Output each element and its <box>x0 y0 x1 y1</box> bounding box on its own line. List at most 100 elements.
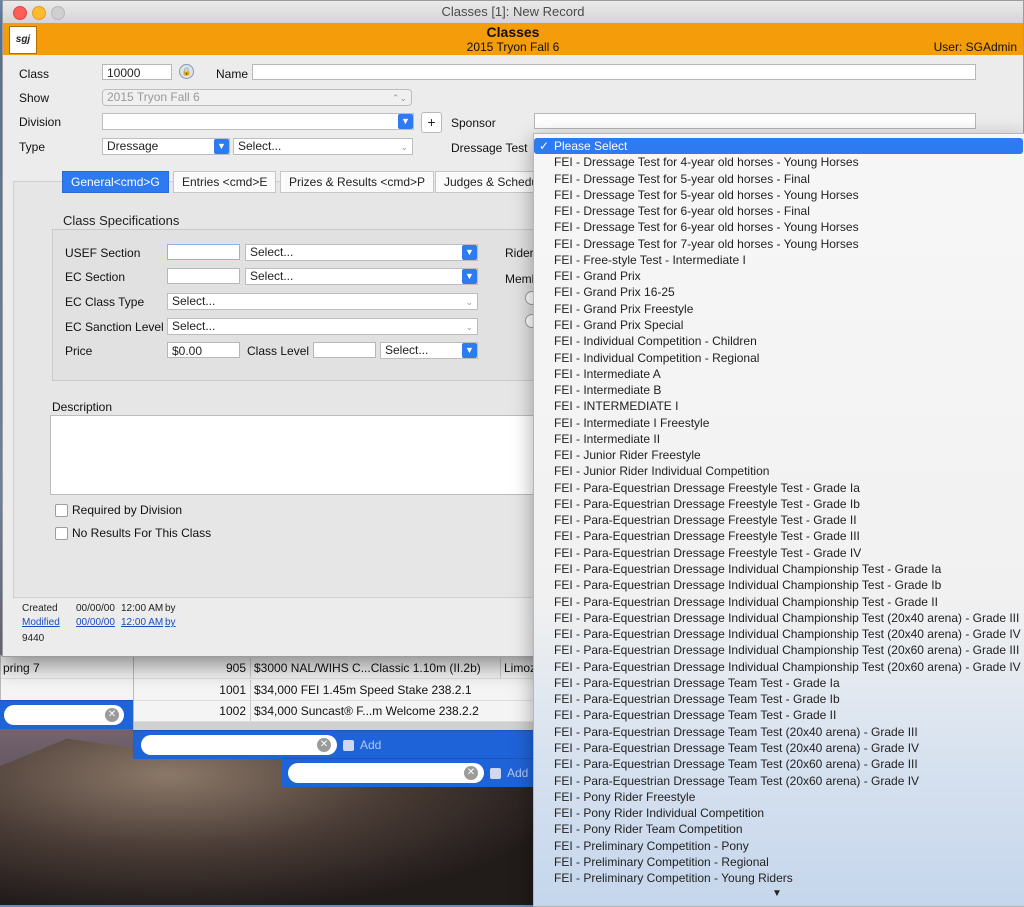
table-row[interactable]: 1002 $34,000 Suncast® F...m Welcome 238.… <box>134 701 534 722</box>
class-level-field[interactable] <box>313 342 376 358</box>
modified-date-link[interactable]: 00/00/00 <box>76 617 115 628</box>
dropdown-option[interactable]: FEI - Preliminary Competition - Pony <box>534 838 1023 854</box>
dropdown-option[interactable]: FEI - Dressage Test for 6-year old horse… <box>534 219 1023 235</box>
usef-section-select[interactable]: Select... ▼ <box>245 244 478 261</box>
dressage-test-label: Dressage Test <box>451 141 528 155</box>
dropdown-option[interactable]: FEI - Preliminary Competition - Young Ri… <box>534 870 1023 886</box>
dropdown-option[interactable]: FEI - Grand Prix Freestyle <box>534 301 1023 317</box>
close-window-icon[interactable] <box>13 6 27 20</box>
table-row[interactable]: 1001 $34,000 FEI 1.45m Speed Stake 238.2… <box>134 680 534 701</box>
window-titlebar[interactable]: Classes [1]: New Record <box>3 1 1023 24</box>
dropdown-option[interactable]: FEI - Dressage Test for 5-year old horse… <box>534 171 1023 187</box>
dropdown-option[interactable]: FEI - Para-Equestrian Dressage Team Test… <box>534 756 1023 772</box>
ec-section-select[interactable]: Select... ▼ <box>245 268 478 285</box>
dropdown-option[interactable]: FEI - Free-style Test - Intermediate I <box>534 252 1023 268</box>
add-checkbox[interactable] <box>343 740 354 751</box>
dropdown-option[interactable]: FEI - Para-Equestrian Dressage Freestyle… <box>534 496 1023 512</box>
dropdown-option[interactable]: FEI - INTERMEDIATE I <box>534 398 1023 414</box>
usef-section-field[interactable] <box>167 244 240 260</box>
dropdown-option[interactable]: FEI - Para-Equestrian Dressage Team Test… <box>534 675 1023 691</box>
division-select[interactable]: ▼ <box>102 113 414 130</box>
table-row[interactable]: 905 $3000 NAL/WIHS C...Classic 1.10m (II… <box>134 658 536 679</box>
dropdown-option[interactable]: FEI - Para-Equestrian Dressage Team Test… <box>534 773 1023 789</box>
search-bar-front: ✕ Add <box>282 758 533 787</box>
dropdown-option[interactable]: FEI - Pony Rider Team Competition <box>534 821 1023 837</box>
add-button[interactable]: Add <box>360 738 381 752</box>
ec-section-field[interactable] <box>167 268 240 284</box>
dropdown-option[interactable]: FEI - Para-Equestrian Dressage Team Test… <box>534 740 1023 756</box>
dropdown-option[interactable]: FEI - Intermediate I Freestyle <box>534 415 1023 431</box>
tab-prizes-results[interactable]: Prizes & Results <cmd>P <box>280 171 435 193</box>
ec-sanction-value: Select... <box>172 319 216 333</box>
dropdown-option[interactable]: FEI - Para-Equestrian Dressage Team Test… <box>534 724 1023 740</box>
dropdown-option[interactable]: FEI - Para-Equestrian Dressage Freestyle… <box>534 528 1023 544</box>
search-input[interactable] <box>141 735 337 755</box>
minimize-window-icon[interactable] <box>32 6 46 20</box>
tab-general[interactable]: General<cmd>G <box>62 171 169 193</box>
required-by-division-checkbox[interactable] <box>55 504 68 517</box>
add-checkbox[interactable] <box>490 768 501 779</box>
dropdown-option[interactable]: FEI - Dressage Test for 4-year old horse… <box>534 154 1023 170</box>
add-button[interactable]: Add <box>507 766 528 780</box>
dropdown-option[interactable]: FEI - Intermediate A <box>534 366 1023 382</box>
search-input[interactable] <box>288 763 484 783</box>
zoom-window-icon[interactable] <box>51 6 65 20</box>
dropdown-option[interactable]: FEI - Pony Rider Individual Competition <box>534 805 1023 821</box>
type-subselect[interactable]: Select... ⌄ <box>233 138 413 155</box>
dropdown-option[interactable]: FEI - Para-Equestrian Dressage Freestyle… <box>534 545 1023 561</box>
dropdown-option[interactable]: FEI - Para-Equestrian Dressage Individua… <box>534 594 1023 610</box>
dropdown-option[interactable]: FEI - Individual Competition - Regional <box>534 350 1023 366</box>
dropdown-option[interactable]: FEI - Junior Rider Individual Competitio… <box>534 463 1023 479</box>
type-value: Dressage <box>107 139 159 153</box>
modified-time-link[interactable]: 12:00 AM <box>121 617 163 628</box>
modified-by-link[interactable]: by <box>165 617 176 628</box>
dressage-test-dropdown-menu: ✓ Please Select FEI - Dressage Test for … <box>533 133 1024 907</box>
dropdown-option[interactable]: FEI - Grand Prix Special <box>534 317 1023 333</box>
dropdown-option-selected[interactable]: ✓ Please Select <box>534 138 1023 154</box>
dropdown-option[interactable]: FEI - Dressage Test for 6-year old horse… <box>534 203 1023 219</box>
dropdown-option[interactable]: FEI - Junior Rider Freestyle <box>534 447 1023 463</box>
sponsor-field[interactable] <box>534 113 976 129</box>
clear-icon[interactable]: ✕ <box>105 708 119 722</box>
lock-icon[interactable]: 🔒 <box>179 64 194 79</box>
scroll-down-arrow-icon[interactable]: ▼ <box>772 888 782 899</box>
show-select[interactable]: 2015 Tryon Fall 6 ⌃⌄ <box>102 89 412 106</box>
tab-entries[interactable]: Entries <cmd>E <box>173 171 277 193</box>
dropdown-option[interactable]: FEI - Grand Prix 16-25 <box>534 284 1023 300</box>
add-division-button[interactable]: + <box>421 112 442 133</box>
ec-class-type-select[interactable]: Select... ⌄ <box>167 293 478 310</box>
name-field[interactable] <box>252 64 976 80</box>
dropdown-option[interactable]: FEI - Para-Equestrian Dressage Individua… <box>534 642 1023 658</box>
dropdown-option[interactable]: FEI - Para-Equestrian Dressage Individua… <box>534 659 1023 675</box>
dropdown-option[interactable]: FEI - Pony Rider Freestyle <box>534 789 1023 805</box>
dropdown-option[interactable]: FEI - Intermediate B <box>534 382 1023 398</box>
clear-icon[interactable]: ✕ <box>464 766 478 780</box>
dropdown-option[interactable]: FEI - Para-Equestrian Dressage Individua… <box>534 577 1023 593</box>
horizontal-scrollbar[interactable] <box>134 722 534 730</box>
dropdown-option[interactable]: FEI - Para-Equestrian Dressage Individua… <box>534 610 1023 626</box>
modified-link[interactable]: Modified <box>22 617 60 628</box>
class-field[interactable]: 10000 <box>102 64 172 80</box>
type-select[interactable]: Dressage ▼ <box>102 138 230 155</box>
dropdown-option[interactable]: FEI - Preliminary Competition - Regional <box>534 854 1023 870</box>
dropdown-option[interactable]: FEI - Dressage Test for 5-year old horse… <box>534 187 1023 203</box>
dropdown-option[interactable]: FEI - Para-Equestrian Dressage Individua… <box>534 626 1023 642</box>
dropdown-option[interactable]: FEI - Para-Equestrian Dressage Team Test… <box>534 691 1023 707</box>
ec-sanction-level-select[interactable]: Select... ⌄ <box>167 318 478 335</box>
no-results-checkbox[interactable] <box>55 527 68 540</box>
ec-sanction-level-label: EC Sanction Level <box>65 320 164 334</box>
description-field[interactable] <box>50 415 540 495</box>
dropdown-option[interactable]: FEI - Para-Equestrian Dressage Individua… <box>534 561 1023 577</box>
description-label: Description <box>52 400 113 414</box>
dropdown-option[interactable]: FEI - Para-Equestrian Dressage Team Test… <box>534 707 1023 723</box>
dropdown-option[interactable]: FEI - Para-Equestrian Dressage Freestyle… <box>534 512 1023 528</box>
ec-class-type-value: Select... <box>172 294 216 308</box>
class-level-select[interactable]: Select... ▼ <box>380 342 478 359</box>
clear-icon[interactable]: ✕ <box>317 738 331 752</box>
dropdown-option[interactable]: FEI - Grand Prix <box>534 268 1023 284</box>
dropdown-option[interactable]: FEI - Individual Competition - Children <box>534 333 1023 349</box>
dropdown-option[interactable]: FEI - Para-Equestrian Dressage Freestyle… <box>534 480 1023 496</box>
dropdown-option[interactable]: FEI - Intermediate II <box>534 431 1023 447</box>
dropdown-option[interactable]: FEI - Dressage Test for 7-year old horse… <box>534 236 1023 252</box>
price-field[interactable]: $0.00 <box>167 342 240 358</box>
